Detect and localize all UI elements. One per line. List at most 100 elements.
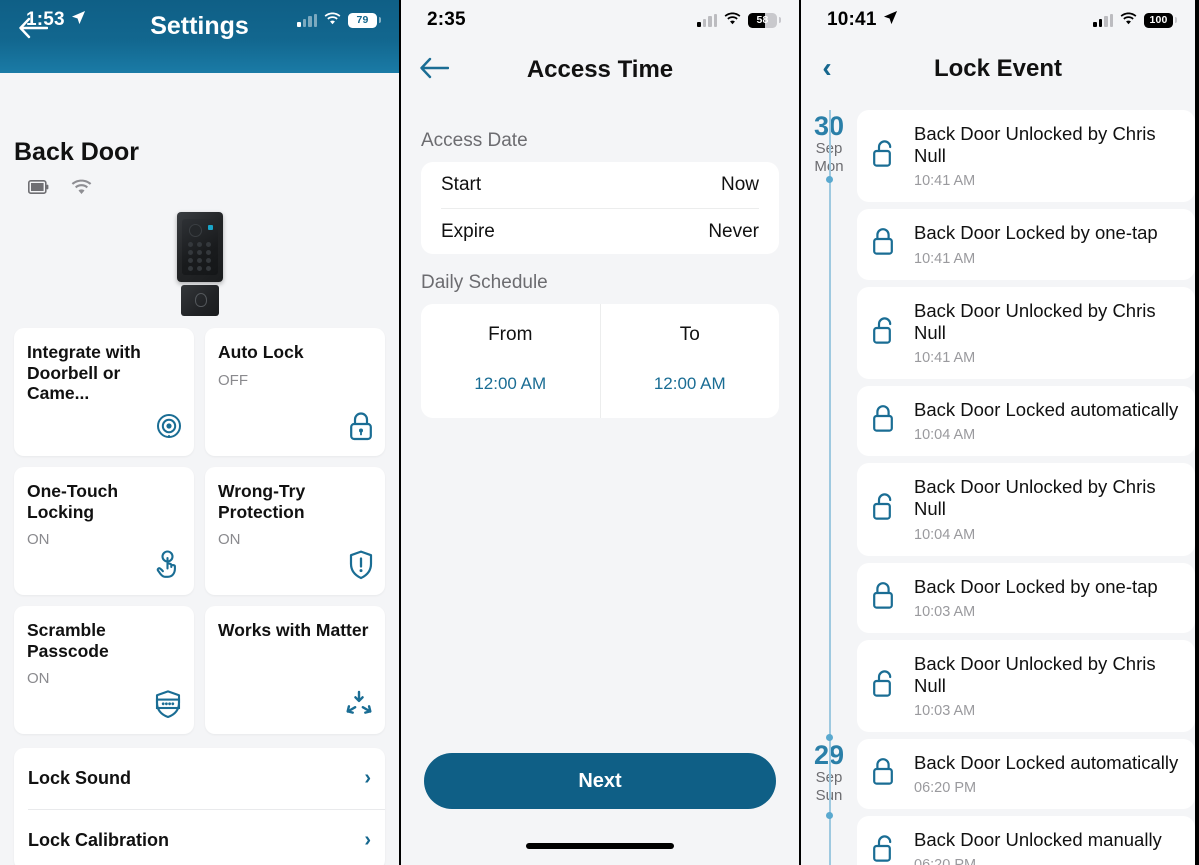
list-item[interactable]: Back Door Unlocked by Chris Null 10:41 A… [857,110,1195,203]
list-item[interactable]: Back Door Unlocked by Chris Null 10:03 A… [857,639,1195,733]
device-status-icons [0,167,399,200]
card-value: OFF [218,371,248,389]
lock-event-screen: 10:41 100 ‹ Lock Event 30 Back Door Unlo… [801,0,1195,865]
card-title: One-Touch Locking [27,481,119,522]
status-bar: 2:35 58 [401,0,799,40]
screenshot-triptych: 1:53 79 Settings Back Door Integrate wit… [0,0,1199,865]
event-title: Back Door Unlocked by Chris Null [914,652,1156,696]
padlock-icon [348,411,374,446]
home-indicator [526,843,674,849]
row-label: Expire [441,220,495,242]
row-value: Never [708,220,759,242]
list-item[interactable]: Back Door Locked automatically 10:04 AM [857,385,1195,457]
card-title: Wrong-Try Protection [218,481,306,522]
wifi-icon [1120,9,1137,31]
list-item[interactable]: Back Door Unlocked by Chris Null 10:41 A… [857,286,1195,379]
event-title: Back Door Locked automatically [914,398,1179,420]
page-title: Settings [150,12,249,40]
row-expire[interactable]: Expire Never [421,209,779,254]
event-time: 10:03 AM [914,703,976,720]
row-label: Start [441,174,482,195]
schedule-from[interactable]: From 12:00 AM [421,304,601,418]
event-title: Back Door Locked by one-tap [914,222,1158,244]
event-time: 10:41 AM [914,349,976,366]
access-time-screen: 2:35 58 Access Time Access Date Start No… [399,0,801,865]
wifi-icon [724,9,741,31]
timeline-dot [826,176,833,183]
list-item[interactable]: Back Door Unlocked manually 06:20 PM [857,816,1195,865]
row-start[interactable]: Start Now [421,162,779,208]
card-title: Integrate with Doorbell or Came... [27,342,141,404]
chevron-right-icon: › [364,828,371,851]
daily-schedule-section-label: Daily Schedule [421,272,548,293]
status-bar-time: 2:35 [427,9,466,30]
card-wrong-try-protection[interactable]: Wrong-Try Protection ON [205,467,385,595]
card-value: ON [27,670,50,688]
page-title: Access Time [526,56,674,83]
event-time: 06:20 PM [914,857,1162,865]
card-title: Works with Matter [218,620,369,640]
event-time: 10:41 AM [914,173,976,190]
next-button[interactable]: Next [424,753,776,809]
lock-event-list: 30 Sep Mon Back Door Unlocked by Chris N… [801,110,1195,865]
event-time: 10:04 AM [914,427,976,444]
shield-passcode-icon [153,689,183,724]
settings-header-area: 1:53 79 Settings [0,0,399,73]
card-works-with-matter[interactable]: Works with Matter [205,606,385,734]
event-title: Back Door Unlocked by Chris Null [914,476,1156,520]
schedule-to[interactable]: To 12:00 AM [601,304,780,418]
event-title: Back Door Locked automatically [914,752,1179,774]
list-item[interactable]: Back Door Locked by one-tap 10:41 AM [857,209,1195,280]
card-value: ON [27,531,50,549]
chevron-right-icon: › [364,767,371,789]
settings-list: Lock Sound › Lock Calibration › [14,748,385,865]
locked-padlock-icon [871,404,897,438]
settings-card-grid: Integrate with Doorbell or Came... Auto … [0,316,399,734]
event-time: 06:20 PM [914,780,977,797]
locked-padlock-icon [871,581,897,615]
schedule-to-value[interactable]: 12:00 AM [601,374,780,394]
timeline-line [829,110,831,740]
schedule-to-label: To [679,324,700,345]
card-title: Auto Lock [218,342,304,362]
card-integrate-doorbell[interactable]: Integrate with Doorbell or Came... [14,328,194,456]
device-name: Back Door [14,138,140,166]
card-scramble-passcode[interactable]: Scramble Passcode ON [14,606,194,734]
settings-sheet: Back Door Integrate with Doorbell or Cam… [0,113,399,865]
event-group-30-sep: 30 Sep Mon Back Door Unlocked by Chris N… [801,110,1195,740]
row-value: Now [720,174,759,195]
list-item[interactable]: Back Door Unlocked by Chris Null 10:04 A… [857,463,1195,556]
event-time: 10:04 AM [914,526,976,543]
locked-padlock-icon [871,227,897,261]
list-item-lock-sound[interactable]: Lock Sound › [14,748,385,809]
page-title: Lock Event [933,55,1063,82]
event-date-column: 29 Sep Sun [801,734,857,865]
shield-alert-icon [348,550,374,585]
list-item[interactable]: Back Door Locked by one-tap 10:03 AM [857,562,1195,633]
locked-padlock-icon [871,757,897,791]
unlocked-padlock-icon [871,139,897,173]
card-auto-lock[interactable]: Auto Lock OFF [205,328,385,456]
access-date-card: Start Now Expire Never [421,162,779,254]
list-item[interactable]: Back Door Locked automatically 06:20 PM [857,739,1195,810]
event-title: Back Door Locked by one-tap [914,575,1158,597]
list-item-label: Lock Sound [28,768,131,788]
event-group-29-sep: 29 Sep Sun Back Door Locked automaticall… [801,734,1195,865]
access-date-section-label: Access Date [421,130,528,151]
matter-logo-icon [344,689,374,724]
smart-lock-image [176,212,223,316]
lock-event-header: ‹ Lock Event [801,40,1195,110]
location-arrow-icon [883,9,898,31]
event-title: Back Door Unlocked by Chris Null [914,299,1156,343]
list-item-lock-calibration[interactable]: Lock Calibration › [28,809,385,865]
timeline-dot [826,812,833,820]
cellular-bars-icon [697,13,717,27]
status-bar: 10:41 100 [801,0,1195,40]
unlocked-padlock-icon [871,669,897,703]
event-title: Back Door Unlocked by Chris Null [914,123,1156,167]
access-time-header: Access Time [401,40,799,112]
schedule-from-value[interactable]: 12:00 AM [421,374,600,394]
card-one-touch-locking[interactable]: One-Touch Locking ON [14,467,194,595]
list-item-label: Lock Calibration [28,829,170,850]
schedule-from-label: From [488,324,533,345]
